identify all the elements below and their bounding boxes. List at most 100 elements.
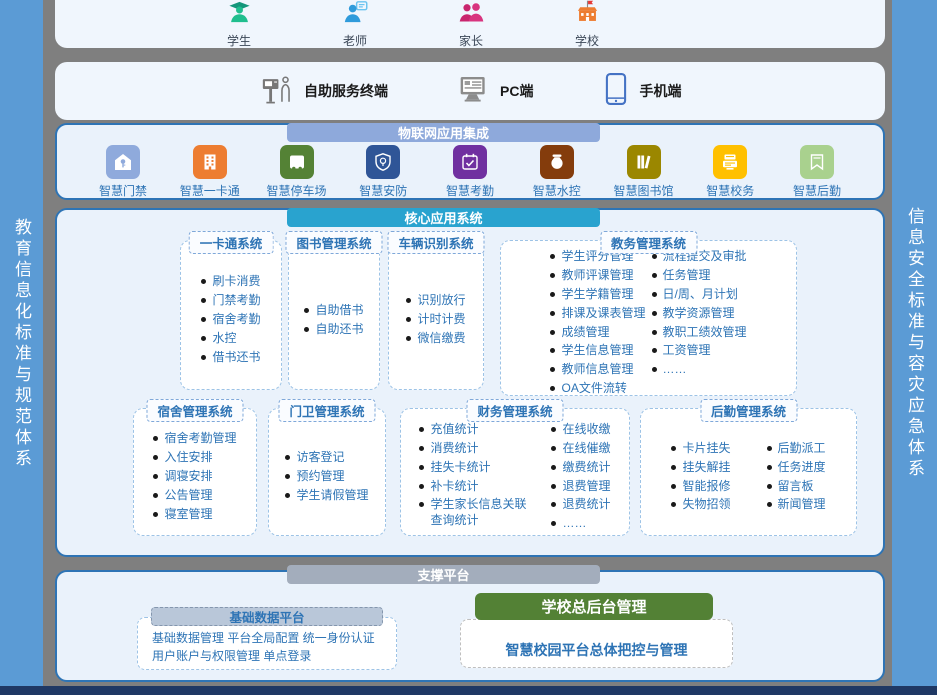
base-platform-features-line: 用户账户与权限管理 单点登录 xyxy=(152,648,388,665)
feature-item: 刷卡消费 xyxy=(201,274,260,290)
bullet-icon xyxy=(652,348,657,353)
item-column: 刷卡消费门禁考勤宿舍考勤水控借书还书 xyxy=(201,273,260,367)
bullet-icon xyxy=(652,311,657,316)
bullet-icon xyxy=(550,386,555,391)
one-card-icon xyxy=(193,145,227,179)
item-column: 自助借书自助还书 xyxy=(304,301,363,339)
system-box-items: 卡片挂失挂失解挂智能报修失物招领后勤派工任务进度留言板新闻管理 xyxy=(671,439,825,514)
iot-app-water-control: 智慧水控 xyxy=(517,145,597,199)
school-admin-title: 学校总后台管理 xyxy=(475,593,713,620)
bullet-icon xyxy=(671,446,676,451)
bullet-icon xyxy=(551,427,556,432)
user-role-label: 老师 xyxy=(343,32,367,49)
system-box-items: 宿舍考勤管理入住安排调寝安排公告管理寝室管理 xyxy=(153,430,236,524)
system-box-vehicle: 车辆识别系统 识别放行计时计费微信缴费 xyxy=(388,240,484,390)
bullet-icon xyxy=(550,273,555,278)
item-column: 充值统计消费统计挂失卡统计补卡统计学生家长信息关联查询统计 xyxy=(419,421,537,534)
feature-item: …… xyxy=(652,362,747,378)
bullet-icon xyxy=(652,367,657,372)
feature-item: 教师评课管理 xyxy=(550,268,645,284)
bullet-icon xyxy=(419,427,424,432)
bullet-icon xyxy=(419,484,424,489)
iot-app-label: 智慧水控 xyxy=(533,182,581,199)
bullet-icon xyxy=(550,292,555,297)
iot-app-door-access: 智慧门禁 xyxy=(83,145,163,199)
base-data-platform-box: 基础数据平台 基础数据管理 平台全局配置 统一身份认证 用户账户与权限管理 单点… xyxy=(137,617,397,670)
feature-item: 任务进度 xyxy=(767,460,826,476)
system-box-one-card: 一卡通系统 刷卡消费门禁考勤宿舍考勤水控借书还书 xyxy=(180,240,282,390)
security-shield-icon xyxy=(366,145,400,179)
bullet-icon xyxy=(550,311,555,316)
item-column: 学生评分管理教师评课管理学生学籍管理排课及课表管理成绩管理学生信息管理教师信息管… xyxy=(550,248,645,399)
feature-item: 日/周、月计划 xyxy=(652,287,747,303)
feature-item: 卡片挂失 xyxy=(671,441,730,457)
phone-icon xyxy=(603,72,629,111)
bullet-icon xyxy=(551,446,556,451)
item-column: 流程提交及审批任务管理日/周、月计划教学资源管理教职工绩效管理工资管理…… xyxy=(652,248,747,399)
bullet-icon xyxy=(652,330,657,335)
bullet-icon xyxy=(551,521,556,526)
bullet-icon xyxy=(285,455,290,460)
item-column: 卡片挂失挂失解挂智能报修失物招领 xyxy=(671,439,730,514)
bullet-icon xyxy=(406,336,411,341)
base-platform-features-line: 基础数据管理 平台全局配置 统一身份认证 xyxy=(152,630,388,647)
bottom-divider xyxy=(0,686,937,695)
bullet-icon xyxy=(652,254,657,259)
feature-item: 自助借书 xyxy=(304,303,363,319)
system-box-items: 学生评分管理教师评课管理学生学籍管理排课及课表管理成绩管理学生信息管理教师信息管… xyxy=(550,248,746,399)
terminal-label: PC端 xyxy=(500,81,533,101)
system-box-logistics: 后勤管理系统 卡片挂失挂失解挂智能报修失物招领后勤派工任务进度留言板新闻管理 xyxy=(640,408,857,536)
iot-app-label: 智慧门禁 xyxy=(99,182,147,199)
bullet-icon xyxy=(419,446,424,451)
school-affairs-icon xyxy=(713,145,747,179)
feature-item: 学生信息管理 xyxy=(550,343,645,359)
iot-panel-header: 物联网应用集成 xyxy=(287,123,600,142)
bullet-icon xyxy=(406,298,411,303)
system-box-title: 财务管理系统 xyxy=(466,399,563,422)
feature-item: 计时计费 xyxy=(406,312,465,328)
feature-item: 成绩管理 xyxy=(550,325,645,341)
bullet-icon xyxy=(153,455,158,460)
core-panel-header: 核心应用系统 xyxy=(287,208,600,227)
system-box-title: 后勤管理系统 xyxy=(700,399,797,422)
feature-item: OA文件流转 xyxy=(550,381,645,397)
feature-item: 宿舍考勤 xyxy=(201,312,260,328)
bullet-icon xyxy=(671,484,676,489)
system-box-title: 门卫管理系统 xyxy=(278,399,375,422)
user-role-label: 学校 xyxy=(575,32,599,49)
school-icon xyxy=(574,0,601,31)
iot-app-school-affairs: 智慧校务 xyxy=(690,145,770,199)
iot-app-label: 智慧后勤 xyxy=(793,182,841,199)
bullet-icon xyxy=(767,465,772,470)
feature-item: 微信缴费 xyxy=(406,331,465,347)
feature-item: 自助还书 xyxy=(304,322,363,338)
parking-icon xyxy=(280,145,314,179)
school-admin-box: 智慧校园平台总体把控与管理 xyxy=(460,619,733,668)
bullet-icon xyxy=(652,273,657,278)
bullet-icon xyxy=(551,502,556,507)
feature-item: 水控 xyxy=(201,331,260,347)
feature-item: 任务管理 xyxy=(652,268,747,284)
system-box-title: 一卡通系统 xyxy=(189,231,274,254)
feature-item: 挂失卡统计 xyxy=(419,460,537,476)
right-security-label: 信息安全标准与容灾应急体系 xyxy=(902,207,927,480)
library-books-icon xyxy=(627,145,661,179)
base-data-platform-title: 基础数据平台 xyxy=(151,607,383,626)
bullet-icon xyxy=(201,355,206,360)
bullet-icon xyxy=(285,474,290,479)
bullet-icon xyxy=(419,502,424,507)
iot-app-library: 智慧图书馆 xyxy=(604,145,684,199)
bullet-icon xyxy=(671,502,676,507)
bullet-icon xyxy=(153,474,158,479)
bullet-icon xyxy=(551,465,556,470)
system-box-dormitory: 宿舍管理系统 宿舍考勤管理入住安排调寝安排公告管理寝室管理 xyxy=(133,408,257,536)
iot-app-label: 智慧图书馆 xyxy=(613,182,673,199)
system-box-gatekeeper: 门卫管理系统 访客登记预约管理学生请假管理 xyxy=(268,408,386,536)
bullet-icon xyxy=(201,317,206,322)
user-role-parents: 家长 xyxy=(433,0,509,49)
feature-item: 充值统计 xyxy=(419,422,537,438)
bullet-icon xyxy=(550,348,555,353)
door-access-icon xyxy=(106,145,140,179)
feature-item: 挂失解挂 xyxy=(671,460,730,476)
feature-item: 门禁考勤 xyxy=(201,293,260,309)
